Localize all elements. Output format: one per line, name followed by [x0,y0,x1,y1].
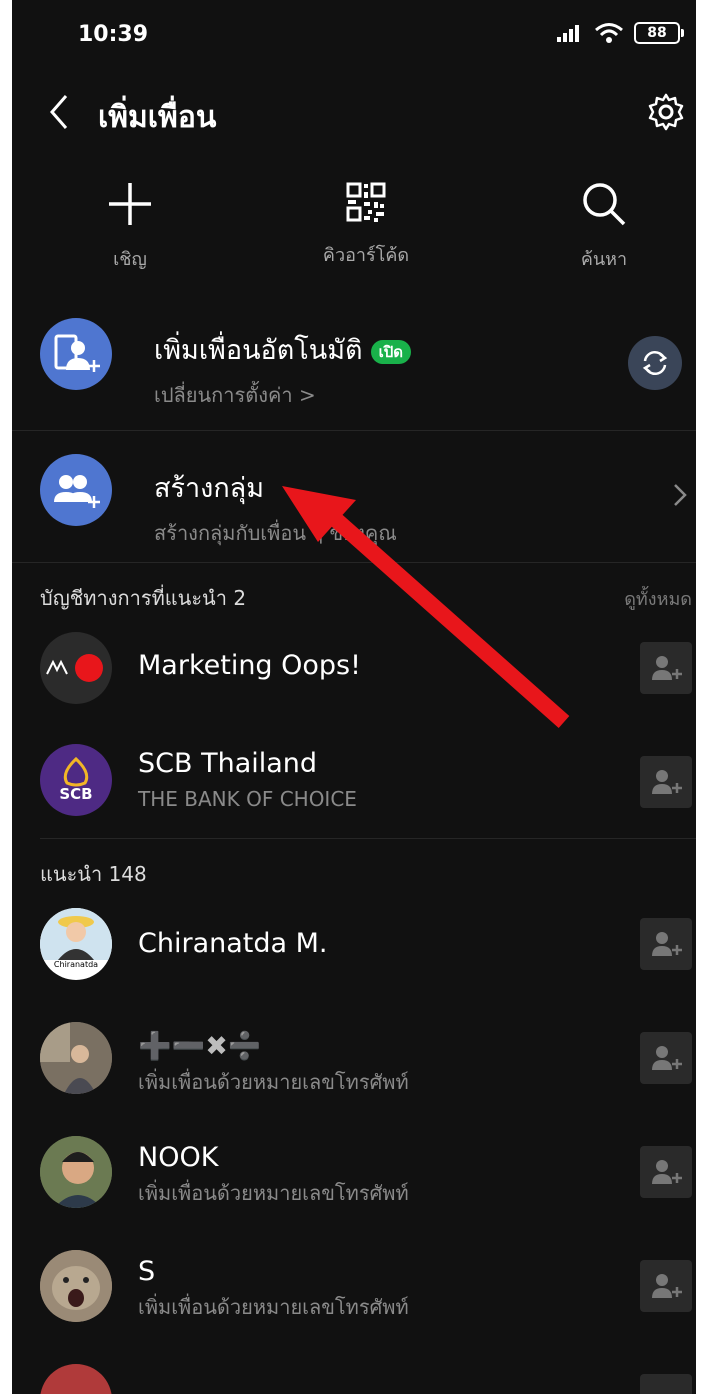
annotation-arrow [282,486,570,728]
app-screen: 10:39 88 เพิ่มเพื่อน เชิญ คิวอาร์โค้ด ค้… [12,0,696,1394]
